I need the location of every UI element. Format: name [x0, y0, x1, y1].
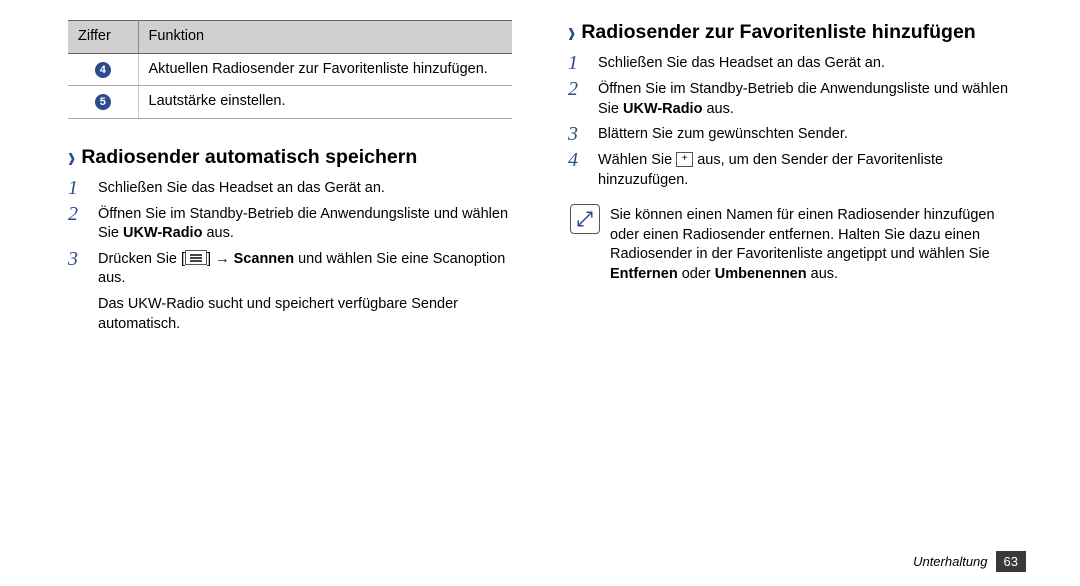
step-text: Blättern Sie zum gewünschten Sender. [598, 123, 1012, 145]
after-step-note: Das UKW-Radio sucht und speichert verfüg… [98, 295, 512, 334]
function-table: Ziffer Funktion 4 Aktuellen Radiosender … [68, 20, 512, 119]
step-text: Drücken Sie [] → Scannen und wählen Sie … [98, 248, 512, 289]
step-number: 1 [568, 52, 588, 74]
step-number: 3 [68, 248, 88, 270]
number-badge-5: 5 [95, 94, 111, 110]
step-text: Schließen Sie das Headset an das Gerät a… [598, 52, 1012, 74]
step-number: 1 [68, 177, 88, 199]
note-box: Sie können einen Namen für einen Radiose… [570, 204, 1012, 284]
note-text: Sie können einen Namen für einen Radiose… [610, 204, 1012, 284]
step-number: 3 [568, 123, 588, 145]
plus-icon: + [676, 152, 693, 167]
table-row: 5 Lautstärke einstellen. [68, 86, 512, 119]
table-head-ziffer: Ziffer [68, 21, 138, 54]
note-icon [570, 204, 600, 234]
table-row: 4 Aktuellen Radiosender zur Favoritenlis… [68, 53, 512, 86]
step-number: 2 [68, 203, 88, 225]
table-cell-text: Lautstärke einstellen. [138, 86, 512, 119]
step-number: 2 [568, 78, 588, 100]
page-number: 63 [996, 551, 1026, 572]
footer-section: Unterhaltung [913, 554, 987, 569]
section-heading-auto-save: › Radiosender automatisch speichern [68, 145, 512, 169]
step-text: Wählen Sie + aus, um den Sender der Favo… [598, 149, 1012, 190]
chevron-icon: › [568, 17, 575, 48]
number-badge-4: 4 [95, 62, 111, 78]
step-text: Öffnen Sie im Standby-Betrieb die Anwend… [598, 78, 1012, 119]
steps-list-right: 1 Schließen Sie das Headset an das Gerät… [568, 52, 1012, 194]
table-cell-text: Aktuellen Radiosender zur Favoritenliste… [138, 53, 512, 86]
table-head-funktion: Funktion [138, 21, 512, 54]
section-heading-favorites: › Radiosender zur Favoritenliste hinzufü… [568, 20, 1012, 44]
page-footer: Unterhaltung 63 [913, 551, 1026, 572]
step-text: Schließen Sie das Headset an das Gerät a… [98, 177, 512, 199]
chevron-icon: › [68, 142, 75, 173]
menu-icon [185, 250, 207, 265]
step-number: 4 [568, 149, 588, 171]
steps-list-left: 1 Schließen Sie das Headset an das Gerät… [68, 177, 512, 293]
step-text: Öffnen Sie im Standby-Betrieb die Anwend… [98, 203, 512, 244]
